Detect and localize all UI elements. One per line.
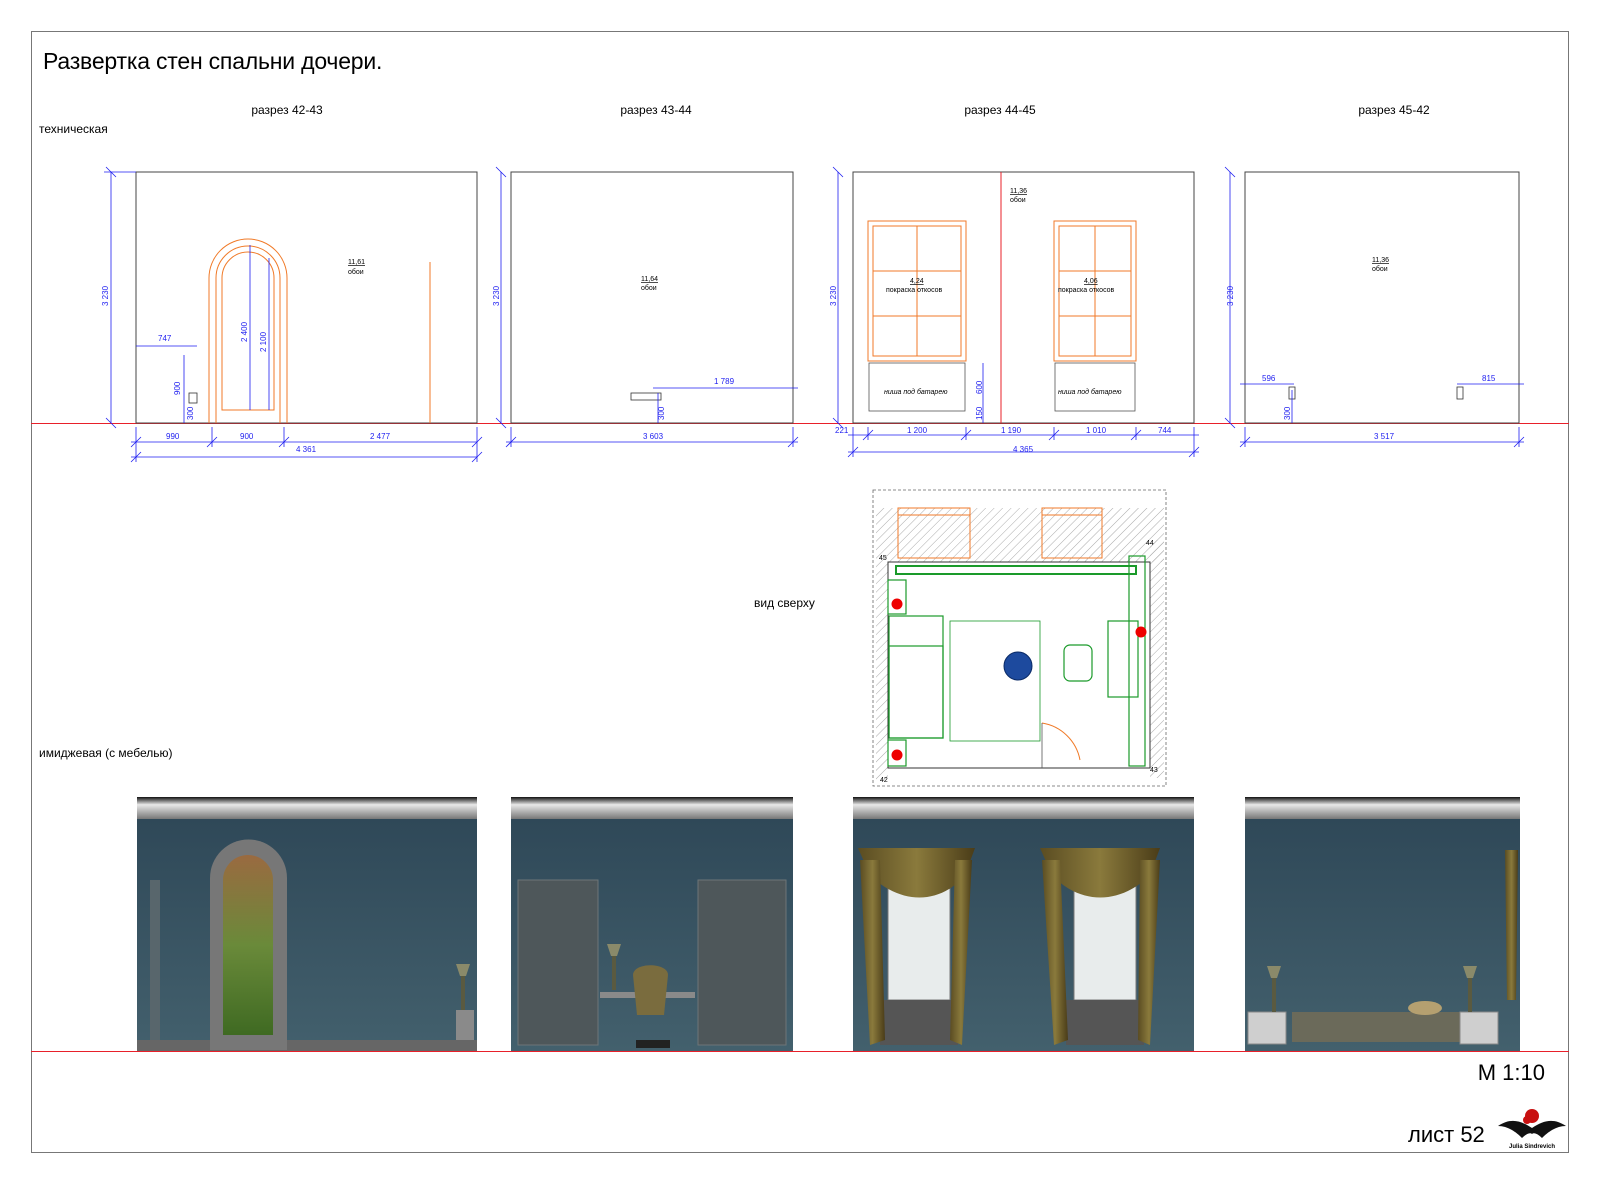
svg-text:Julia Sindrevich: Julia Sindrevich: [1509, 1144, 1555, 1150]
image-elevations: [137, 797, 1520, 1051]
render-43-44: [511, 797, 793, 1051]
scale-label: М 1:10: [1477, 1060, 1545, 1085]
render-42-43: [137, 797, 477, 1051]
render-45-42: [1245, 797, 1520, 1051]
sheet-number: лист 52: [1408, 1122, 1485, 1147]
render-44-45: [853, 797, 1194, 1051]
designer-logo: Julia Sindrevich: [1498, 1109, 1566, 1150]
